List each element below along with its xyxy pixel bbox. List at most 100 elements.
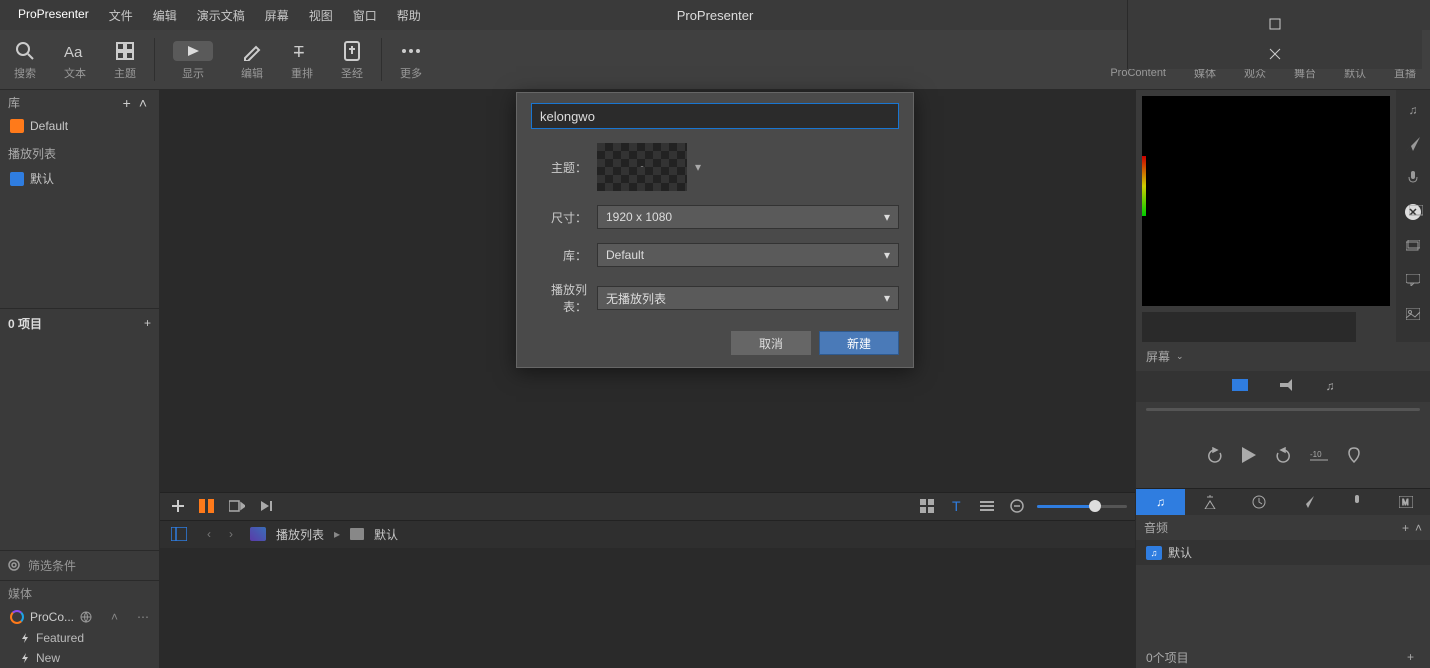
preview-output[interactable] [1142,96,1390,306]
text-view-icon[interactable]: T [947,499,967,513]
bolt-icon [20,653,30,663]
svg-text:Aa: Aa [64,44,83,60]
marker-button[interactable] [1348,447,1360,468]
add-library-button[interactable]: + [119,95,135,111]
left-panel: 库 + ˄ Default 播放列表 默认 0 项目 + 筛选条件 媒体 [0,90,160,668]
layers-icon[interactable] [1403,236,1423,256]
theme-button[interactable]: 主题 [100,30,150,89]
tab2-timer[interactable] [1185,489,1234,515]
library-icon [10,119,24,133]
edit-button[interactable]: 编辑 [227,30,277,89]
size-label: 尺寸： [531,209,587,226]
skip-fwd-button[interactable] [1274,447,1292,468]
menu-bar: ProPresenter 文件 编辑 演示文稿 屏幕 视图 窗口 帮助 [8,7,431,24]
menu-edit[interactable]: 编辑 [143,7,187,24]
send-icon[interactable] [1403,134,1423,154]
music-icon[interactable]: ♫ [1403,100,1423,120]
breadcrumb-bar: ‹ › 播放列表 ▸ 默认 [160,520,1135,548]
minimize-button[interactable] [1252,0,1298,9]
list-view-icon[interactable] [977,499,997,513]
tab2-audio[interactable]: ♫ [1136,489,1185,515]
add-slide-button[interactable] [168,499,188,513]
svg-text:M: M [1402,498,1409,507]
app-name: ProPresenter [8,7,99,24]
mic-icon[interactable] [1403,168,1423,188]
message-icon[interactable] [1403,270,1423,290]
media-item-procontent[interactable]: ProCo... ˄ ⋯ [0,606,159,628]
audio-collapse-button[interactable]: ˄ [1415,521,1422,535]
playlist-select[interactable]: 无播放列表▾ [597,286,899,310]
menu-screen[interactable]: 屏幕 [255,7,299,24]
svg-text:T: T [294,44,304,61]
search-button[interactable]: 搜索 [0,30,50,89]
zoom-slider[interactable] [1037,505,1127,508]
audio-header: 音频 + ˄ [1136,515,1430,540]
menu-help[interactable]: 帮助 [387,7,431,24]
playlist-item-default[interactable]: 默认 [0,166,159,191]
show-button[interactable]: 显示 [159,30,227,89]
skip-back-button[interactable] [1206,447,1224,468]
tab2-send[interactable] [1283,489,1332,515]
add-project-button[interactable]: + [144,316,151,330]
transition-icon[interactable] [226,499,248,513]
menu-window[interactable]: 窗口 [343,7,387,24]
media-sub-new[interactable]: New [0,648,159,668]
close-button[interactable] [1252,39,1298,69]
menu-view[interactable]: 视图 [299,7,343,24]
maximize-button[interactable] [1252,9,1298,39]
grid-view-icon[interactable] [917,499,937,513]
screens-selector[interactable]: 屏幕⌄ [1136,342,1430,371]
preview-caption [1142,312,1356,342]
tab-slide[interactable] [1226,377,1254,396]
create-button[interactable]: 新建 [819,331,899,355]
projects-header: 0 项目 + [0,309,159,338]
tab2-macro[interactable]: M [1381,489,1430,515]
audio-item-icon: ♫ [1146,546,1162,560]
breadcrumb-playlist[interactable]: 播放列表 [276,526,324,543]
nav-forward-button[interactable]: › [222,525,240,543]
back10-button[interactable]: -10 [1310,447,1330,468]
image-icon[interactable] [1403,304,1423,324]
library-select[interactable]: Default▾ [597,243,899,267]
status-bar: 0个项目 + [1136,646,1430,668]
theme-label: 主题： [531,159,587,176]
panel-toggle-icon[interactable] [168,527,190,541]
menu-presentation[interactable]: 演示文稿 [187,7,255,24]
audio-meter [1142,156,1146,216]
svg-text:-10: -10 [1310,450,1322,459]
tab-announce[interactable] [1274,377,1300,396]
audio-add-button[interactable]: + [1402,521,1409,535]
cancel-button[interactable]: 取消 [731,331,811,355]
breadcrumb-item[interactable]: 默认 [374,526,398,543]
nav-back-button[interactable]: ‹ [200,525,218,543]
presentation-name-input[interactable] [531,103,899,129]
next-icon[interactable] [256,499,276,513]
collapse-library-button[interactable]: ˄ [135,95,151,111]
more-button[interactable]: 更多 [386,30,436,89]
bible-button[interactable]: 圣经 [327,30,377,89]
more-icon[interactable]: ⋯ [137,610,149,624]
timeline-scrubber[interactable] [1146,408,1420,411]
columns-icon[interactable] [196,499,218,513]
play-button[interactable] [1242,447,1256,468]
theme-dropdown-icon[interactable]: ▾ [695,160,701,174]
theme-preview[interactable]: - ▾ [597,143,687,191]
clear-button[interactable]: ✕ [1403,202,1423,222]
title-bar: ProPresenter 文件 编辑 演示文稿 屏幕 视图 窗口 帮助 ProP… [0,0,1430,30]
size-select[interactable]: 1920 x 1080▾ [597,205,899,229]
status-add-button[interactable]: + [1401,650,1420,664]
reflow-button[interactable]: T重排 [277,30,327,89]
playlist-header: 播放列表 [0,141,159,166]
zoom-out-icon[interactable] [1007,499,1027,513]
bolt-icon [20,633,30,643]
menu-file[interactable]: 文件 [99,7,143,24]
tab2-mic[interactable] [1332,489,1381,515]
text-button[interactable]: Aa文本 [50,30,100,89]
layer-tabs: ♫ [1136,371,1430,402]
library-item-default[interactable]: Default [0,115,159,137]
tab2-clock[interactable] [1234,489,1283,515]
tab-audio[interactable]: ♫ [1320,377,1341,396]
filter-row[interactable]: 筛选条件 [0,550,159,580]
audio-item-default[interactable]: ♫ 默认 [1136,540,1430,565]
media-sub-featured[interactable]: Featured [0,628,159,648]
